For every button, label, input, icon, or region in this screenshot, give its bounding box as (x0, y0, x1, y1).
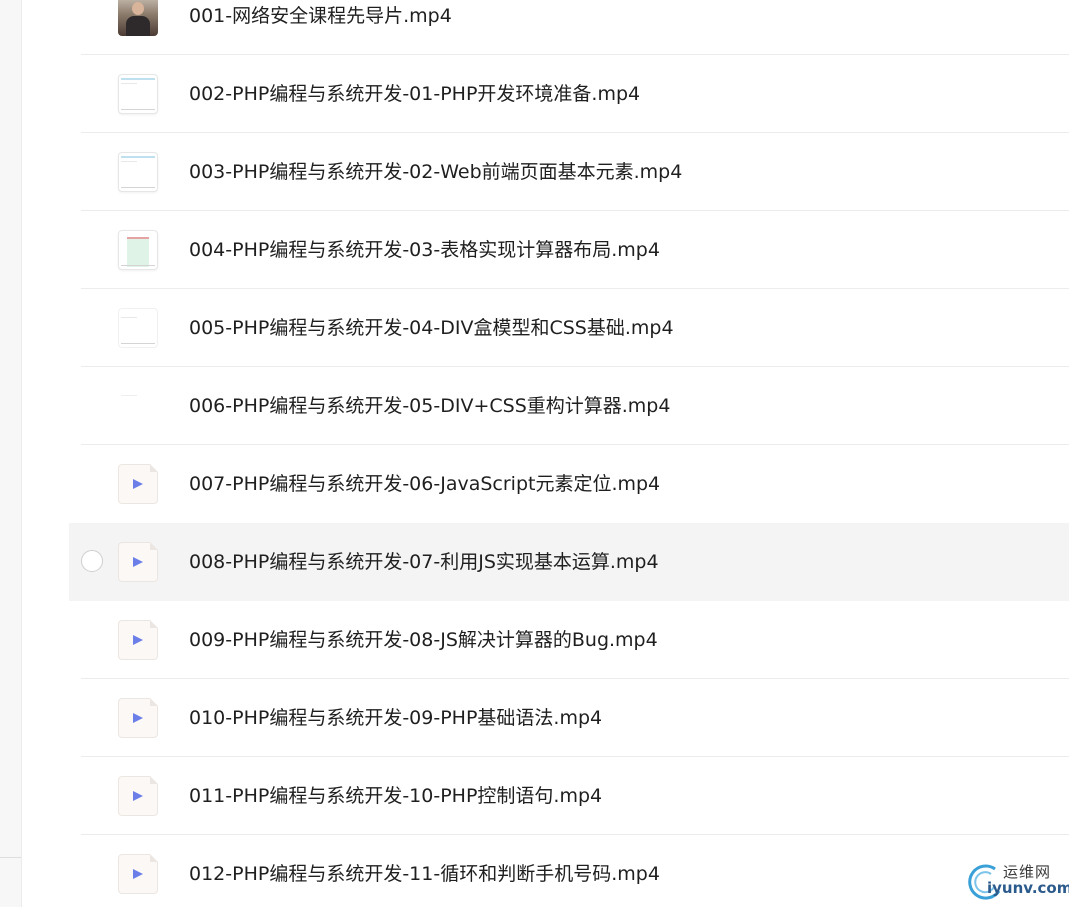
file-row[interactable]: 004-PHP编程与系统开发-03-表格实现计算器布局.mp4 (69, 211, 1069, 289)
play-icon (133, 557, 143, 567)
video-file-icon (118, 776, 158, 816)
file-row[interactable]: 006-PHP编程与系统开发-05-DIV+CSS重构计算器.mp4 (69, 367, 1069, 445)
screen-thumbnail (118, 386, 158, 426)
left-sidebar (0, 0, 22, 907)
file-name: 003-PHP编程与系统开发-02-Web前端页面基本元素.mp4 (189, 161, 683, 183)
file-row[interactable]: 011-PHP编程与系统开发-10-PHP控制语句.mp4 (69, 757, 1069, 835)
video-file-icon (118, 620, 158, 660)
file-row[interactable]: 010-PHP编程与系统开发-09-PHP基础语法.mp4 (69, 679, 1069, 757)
file-name: 009-PHP编程与系统开发-08-JS解决计算器的Bug.mp4 (189, 629, 658, 651)
watermark: 运维网 iyunv.com (963, 855, 1069, 907)
file-name: 004-PHP编程与系统开发-03-表格实现计算器布局.mp4 (189, 239, 660, 261)
select-checkbox[interactable] (81, 550, 103, 572)
file-name: 001-网络安全课程先导片.mp4 (189, 5, 452, 27)
file-name: 008-PHP编程与系统开发-07-利用JS实现基本运算.mp4 (189, 551, 659, 573)
file-row[interactable]: 012-PHP编程与系统开发-11-循环和判断手机号码.mp4 (69, 835, 1069, 913)
screen-thumbnail (118, 230, 158, 270)
play-icon (133, 635, 143, 645)
file-name: 011-PHP编程与系统开发-10-PHP控制语句.mp4 (189, 785, 603, 807)
photo-thumbnail (118, 0, 158, 36)
screen-thumbnail (118, 74, 158, 114)
file-row-hovered[interactable]: 008-PHP编程与系统开发-07-利用JS实现基本运算.mp4 (69, 523, 1069, 601)
watermark-text-en: iyunv.com (987, 879, 1069, 897)
file-name: 005-PHP编程与系统开发-04-DIV盒模型和CSS基础.mp4 (189, 317, 674, 339)
play-icon (133, 869, 143, 879)
file-row[interactable]: 005-PHP编程与系统开发-04-DIV盒模型和CSS基础.mp4 (69, 289, 1069, 367)
file-name: 010-PHP编程与系统开发-09-PHP基础语法.mp4 (189, 707, 603, 729)
video-file-icon (118, 854, 158, 894)
file-list: 001-网络安全课程先导片.mp4 002-PHP编程与系统开发-01-PHP开… (69, 0, 1069, 907)
play-icon (133, 479, 143, 489)
video-file-icon (118, 698, 158, 738)
file-name: 012-PHP编程与系统开发-11-循环和判断手机号码.mp4 (189, 863, 660, 885)
play-icon (133, 791, 143, 801)
sidebar-divider (0, 857, 21, 858)
video-file-icon (118, 464, 158, 504)
file-row[interactable]: 009-PHP编程与系统开发-08-JS解决计算器的Bug.mp4 (69, 601, 1069, 679)
file-row[interactable]: 003-PHP编程与系统开发-02-Web前端页面基本元素.mp4 (69, 133, 1069, 211)
screen-thumbnail (118, 308, 158, 348)
file-name: 002-PHP编程与系统开发-01-PHP开发环境准备.mp4 (189, 83, 641, 105)
file-name: 007-PHP编程与系统开发-06-JavaScript元素定位.mp4 (189, 473, 661, 495)
file-name: 006-PHP编程与系统开发-05-DIV+CSS重构计算器.mp4 (189, 395, 671, 417)
play-icon (133, 713, 143, 723)
file-row[interactable]: 001-网络安全课程先导片.mp4 (69, 0, 1069, 55)
file-row[interactable]: 002-PHP编程与系统开发-01-PHP开发环境准备.mp4 (69, 55, 1069, 133)
screen-thumbnail (118, 152, 158, 192)
file-row[interactable]: 007-PHP编程与系统开发-06-JavaScript元素定位.mp4 (69, 445, 1069, 523)
video-file-icon (118, 542, 158, 582)
